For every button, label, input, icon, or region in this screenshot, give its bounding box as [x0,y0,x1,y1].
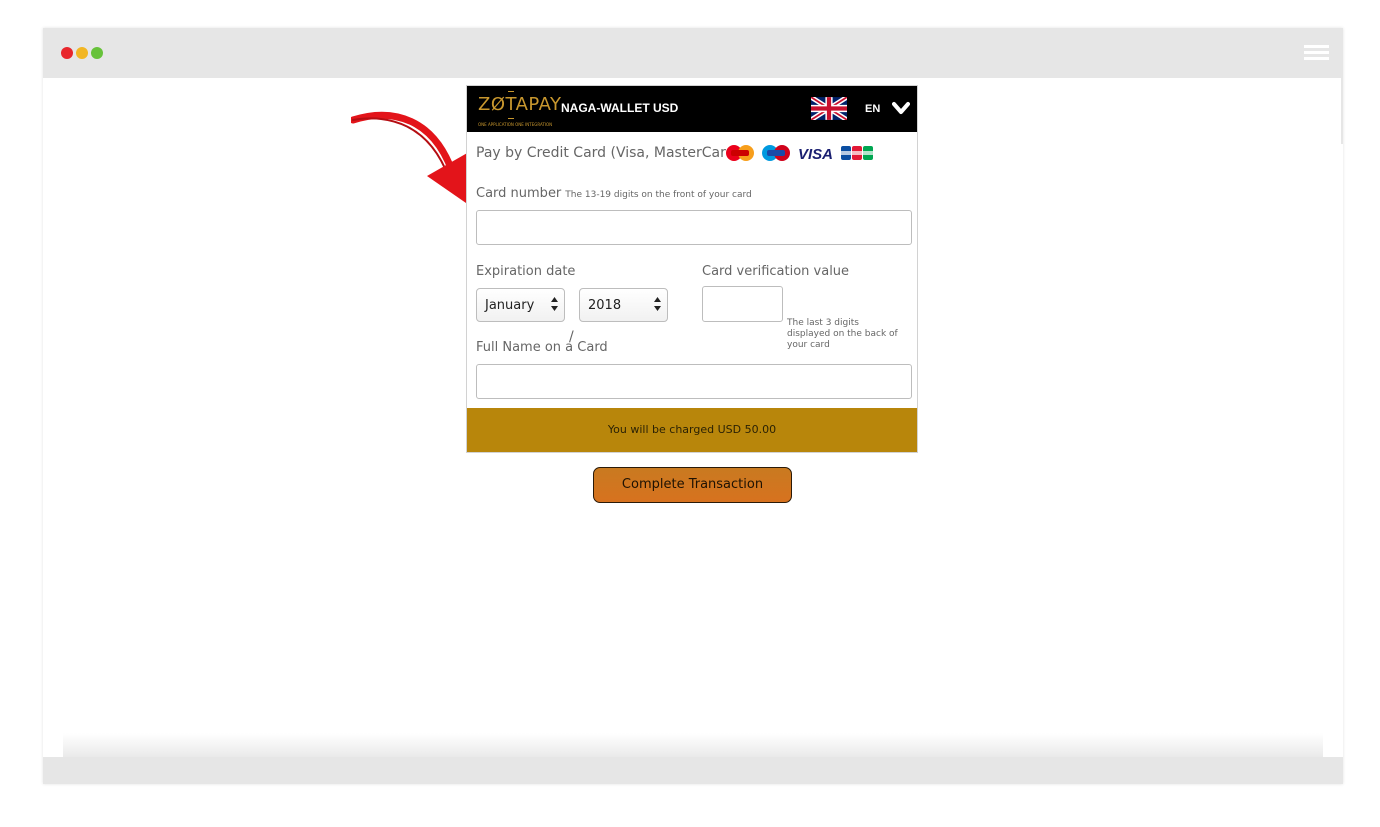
card-logos: VISA [726,145,873,162]
annotation-arrow-icon [351,111,479,212]
full-name-input[interactable] [476,364,912,399]
charge-summary-bar: You will be charged USD 50.00 [467,408,917,452]
cvv-hint: The last 3 digits displayed on the back … [787,318,898,350]
logo-tagline: ONE APPLICATION ONE INTEGRATION [478,122,553,127]
expiration-month-select[interactable]: January [476,288,565,322]
full-name-label: Full Name on a Card [476,340,608,355]
close-window-dot[interactable] [61,47,73,59]
card-number-label: Card number The 13-19 digits on the front… [476,186,752,201]
minimize-window-dot[interactable] [76,47,88,59]
bottom-shadow [63,733,1323,757]
cvv-label: Card verification value [702,264,850,279]
visa-icon: VISA [798,146,833,162]
widget-header: ZØTAPAY ONE APPLICATION ONE INTEGRATION … [467,86,917,132]
card-number-input[interactable] [476,210,912,245]
payment-method-title: Pay by Credit Card (Visa, MasterCard) [476,145,740,161]
uk-flag-icon[interactable] [811,97,847,120]
browser-titlebar [43,28,1343,78]
svg-text:VISA: VISA [798,146,833,162]
charge-amount-text: You will be charged USD 50.00 [607,423,777,436]
expiration-date-label: Expiration date [476,264,576,279]
chevron-down-icon[interactable] [892,101,910,115]
maximize-window-dot[interactable] [91,47,103,59]
browser-window: ZØTAPAY ONE APPLICATION ONE INTEGRATION … [43,28,1343,784]
cvv-input[interactable] [702,286,783,322]
select-arrows-icon [654,297,661,311]
payment-widget: ZØTAPAY ONE APPLICATION ONE INTEGRATION … [466,85,918,453]
jcb-icon [841,146,873,160]
language-selector[interactable]: EN [865,103,880,115]
mastercard-icon [726,145,754,161]
complete-transaction-button[interactable]: Complete Transaction [593,467,792,503]
expiration-year-select[interactable]: 2018 [579,288,668,322]
select-arrows-icon [551,297,558,311]
maestro-icon [762,145,790,161]
menu-icon[interactable] [1304,45,1329,61]
card-number-hint: The 13-19 digits on the front of your ca… [565,190,752,200]
browser-bottombar [43,757,1343,784]
merchant-name: NAGA-WALLET USD [561,101,679,115]
zotapay-logo: ZØTAPAY [478,94,562,115]
scrollbar[interactable] [1341,78,1343,144]
